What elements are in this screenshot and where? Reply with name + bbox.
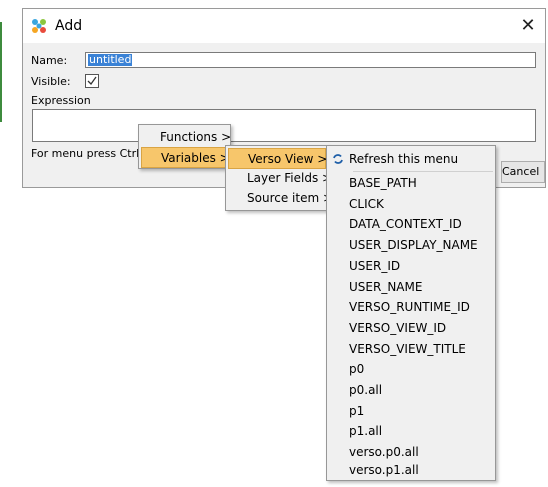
close-icon[interactable]: ✕ [517, 15, 539, 37]
dialog-title: Add [55, 18, 83, 34]
refresh-icon [333, 154, 343, 164]
visible-checkbox[interactable] [85, 74, 99, 88]
verso-view-submenu: Refresh this menu BASE_PATH CLICK DATA_C… [326, 145, 496, 481]
menu-item-variable[interactable]: DATA_CONTEXT_ID [329, 214, 493, 235]
menu-item-variable[interactable]: VERSO_VIEW_ID [329, 318, 493, 339]
menu-item-variable[interactable]: USER_ID [329, 256, 493, 277]
app-logo-icon [32, 19, 46, 33]
menu-item-variable[interactable]: USER_NAME [329, 277, 493, 298]
menu-item-variable[interactable]: verso.p1.all [329, 460, 493, 481]
context-menu: Functions > Variables > [138, 124, 231, 169]
variables-submenu: Verso View > Layer Fields > Source item … [225, 145, 333, 211]
visible-label: Visible: [31, 75, 71, 88]
expression-field[interactable] [32, 109, 536, 142]
name-input[interactable]: untitled [85, 52, 536, 68]
checkmark-icon [87, 76, 97, 86]
menu-item-variable[interactable]: p0 [329, 359, 493, 380]
menu-item-variable[interactable]: p0.all [329, 380, 493, 401]
menu-hint: For menu press Ctrl+S [31, 147, 156, 160]
title-bar: Add ✕ [23, 9, 545, 43]
menu-item-refresh[interactable]: Refresh this menu [329, 149, 493, 170]
menu-item-verso-view[interactable]: Verso View > [228, 148, 327, 169]
menu-item-variable[interactable]: CLICK [329, 194, 493, 215]
menu-item-source-item[interactable]: Source item > [228, 188, 333, 209]
menu-separator [353, 171, 493, 172]
menu-item-variable[interactable]: BASE_PATH [329, 173, 493, 194]
name-label: Name: [31, 54, 68, 67]
menu-item-variable[interactable]: p1 [329, 401, 493, 422]
background-window-edge [0, 22, 2, 122]
menu-item-variable[interactable]: VERSO_VIEW_TITLE [329, 339, 493, 360]
menu-item-layer-fields[interactable]: Layer Fields > [228, 168, 332, 189]
menu-item-variable[interactable]: USER_DISPLAY_NAME [329, 235, 493, 256]
refresh-label: Refresh this menu [349, 152, 459, 166]
name-value: untitled [88, 53, 133, 66]
menu-item-variable[interactable]: p1.all [329, 421, 493, 442]
menu-item-functions[interactable]: Functions > [141, 127, 231, 148]
menu-item-variables[interactable]: Variables > [141, 147, 230, 168]
cancel-button[interactable]: Cancel [501, 161, 545, 183]
expression-label: Expression [31, 94, 91, 107]
menu-item-variable[interactable]: VERSO_RUNTIME_ID [329, 297, 493, 318]
